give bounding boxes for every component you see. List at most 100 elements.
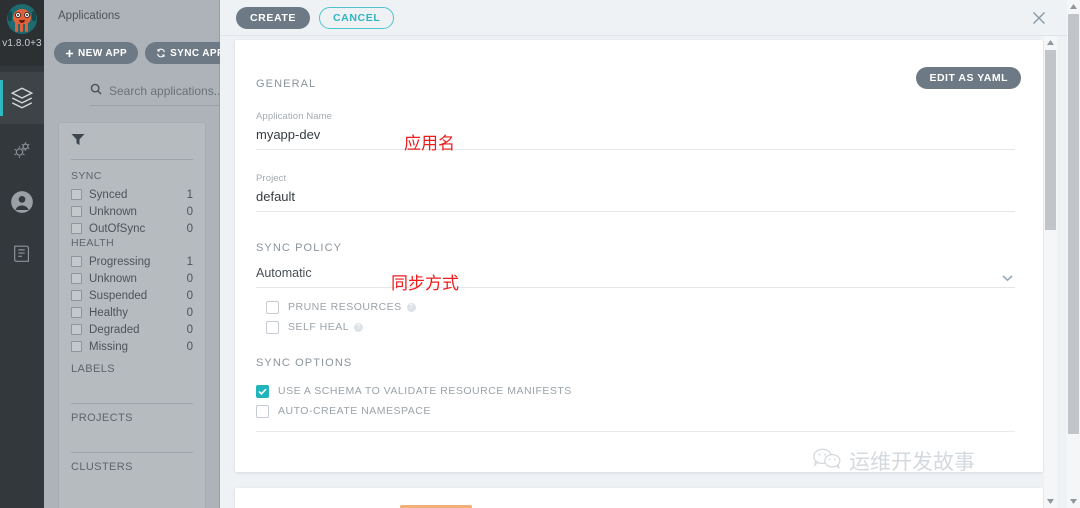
filter-checkbox[interactable] bbox=[71, 256, 82, 267]
scroll-up-icon[interactable] bbox=[1044, 36, 1057, 49]
help-icon[interactable]: ? bbox=[406, 302, 416, 312]
sidebar-actions: NEW APP SYNC APPS bbox=[54, 42, 243, 64]
filter-row[interactable]: Missing 0 bbox=[71, 338, 193, 355]
new-app-button[interactable]: NEW APP bbox=[54, 42, 139, 64]
form-toolbar: CREATE CANCEL bbox=[220, 0, 1080, 36]
filter-checkbox[interactable] bbox=[71, 273, 82, 284]
sidebar-section-labels[interactable]: LABELS bbox=[71, 355, 193, 375]
create-button[interactable]: CREATE bbox=[236, 6, 310, 29]
sync-policy-options: PRUNE RESOURCES? SELF HEAL? bbox=[266, 297, 1015, 337]
option-checkbox[interactable] bbox=[256, 404, 269, 418]
option-label: SELF HEAL bbox=[288, 321, 350, 333]
argo-logo[interactable]: v1.8.0+3 bbox=[0, 0, 44, 66]
filter-sections: LABELS PROJECTS CLUSTERS bbox=[71, 355, 193, 473]
filter-checkbox[interactable] bbox=[71, 341, 82, 352]
scroll-up-icon[interactable] bbox=[1067, 0, 1080, 13]
filter-count: 0 bbox=[186, 340, 193, 353]
sync-options-section: SYNC OPTIONS USE A SCHEMA TO VALIDATE RE… bbox=[256, 357, 1015, 432]
option-checkbox[interactable] bbox=[266, 320, 279, 334]
filter-count: 1 bbox=[186, 188, 193, 201]
rail-item-applications[interactable] bbox=[0, 72, 44, 124]
filter-label: Synced bbox=[89, 188, 128, 201]
new-app-label: NEW APP bbox=[78, 47, 128, 59]
cancel-button[interactable]: CANCEL bbox=[319, 6, 395, 29]
sync-options-label: SYNC OPTIONS bbox=[256, 357, 353, 369]
filter-row[interactable]: Healthy 0 bbox=[71, 304, 193, 321]
project-field[interactable]: Project default bbox=[256, 173, 1015, 212]
window-scroll-thumb[interactable] bbox=[1068, 14, 1079, 434]
filter-row[interactable]: Degraded 0 bbox=[71, 321, 193, 338]
close-icon[interactable] bbox=[1030, 9, 1048, 27]
filters-divider bbox=[71, 159, 193, 160]
octopus-pupil-left bbox=[17, 14, 19, 16]
new-app-form: GENERAL Application Name myapp-dev Proje… bbox=[256, 78, 1015, 432]
filter-row[interactable]: Unknown 0 bbox=[71, 270, 193, 287]
application-name-value[interactable]: myapp-dev bbox=[256, 127, 1015, 150]
option-checkbox[interactable] bbox=[256, 384, 269, 398]
application-name-field[interactable]: Application Name myapp-dev bbox=[256, 111, 1015, 150]
sidebar-title: Applications bbox=[58, 10, 121, 22]
filter-icon[interactable] bbox=[71, 133, 193, 151]
sync-policy-select[interactable]: Automatic bbox=[256, 266, 1015, 288]
option-label: AUTO-CREATE NAMESPACE bbox=[278, 405, 431, 417]
filter-label: Suspended bbox=[89, 289, 148, 302]
octopus-leg bbox=[25, 23, 28, 32]
filter-groups: SYNC Synced 1 Unknown 0 OutOfSync 0 HEALTH Progr… bbox=[71, 170, 193, 355]
project-label: Project bbox=[256, 173, 287, 184]
project-value[interactable]: default bbox=[256, 189, 1015, 212]
filter-count: 1 bbox=[186, 255, 193, 268]
filter-checkbox[interactable] bbox=[71, 206, 82, 217]
filter-checkbox[interactable] bbox=[71, 290, 82, 301]
filter-checkbox[interactable] bbox=[71, 223, 82, 234]
main-area: CREATE CANCEL EDIT AS YAML GENERAL Appli… bbox=[220, 0, 1080, 508]
filter-row[interactable]: Suspended 0 bbox=[71, 287, 193, 304]
source-form-card bbox=[235, 488, 1043, 508]
filters-panel: SYNC Synced 1 Unknown 0 OutOfSync 0 HEALTH Progr… bbox=[58, 122, 206, 508]
filter-row[interactable]: Progressing 1 bbox=[71, 253, 193, 270]
application-name-label: Application Name bbox=[256, 111, 333, 122]
filter-checkbox[interactable] bbox=[71, 307, 82, 318]
panel-scroll-thumb[interactable] bbox=[1045, 50, 1056, 230]
plus-icon bbox=[65, 49, 74, 58]
panel-scrollbar[interactable] bbox=[1044, 36, 1057, 508]
sync-policy-value: Automatic bbox=[256, 266, 312, 280]
filter-count: 0 bbox=[186, 306, 193, 319]
rail-item-documentation[interactable] bbox=[0, 228, 44, 280]
scroll-down-icon[interactable] bbox=[1044, 495, 1057, 508]
filter-row[interactable]: Unknown 0 bbox=[71, 203, 193, 220]
user-icon bbox=[9, 189, 35, 215]
filter-row[interactable]: OutOfSync 0 bbox=[71, 220, 193, 237]
filter-row[interactable]: Synced 1 bbox=[71, 186, 193, 203]
rail-item-user-info[interactable] bbox=[0, 176, 44, 228]
filter-group-title: HEALTH bbox=[71, 237, 115, 249]
filter-count: 0 bbox=[186, 222, 193, 235]
filter-checkbox[interactable] bbox=[71, 324, 82, 335]
filter-count: 0 bbox=[186, 272, 193, 285]
sync-options-list: USE A SCHEMA TO VALIDATE RESOURCE MANIFE… bbox=[256, 381, 1015, 421]
sidebar-section-clusters[interactable]: CLUSTERS bbox=[71, 453, 193, 473]
sync-option[interactable]: AUTO-CREATE NAMESPACE bbox=[256, 401, 1015, 421]
help-icon[interactable]: ? bbox=[354, 322, 364, 332]
filter-checkbox[interactable] bbox=[71, 189, 82, 200]
window-scrollbar[interactable] bbox=[1067, 0, 1080, 508]
layers-icon bbox=[9, 85, 35, 111]
sidebar-section-projects[interactable]: PROJECTS bbox=[71, 404, 193, 424]
filter-count: 0 bbox=[186, 323, 193, 336]
sync-option[interactable]: USE A SCHEMA TO VALIDATE RESOURCE MANIFE… bbox=[256, 381, 1015, 401]
sync-options-divider bbox=[256, 431, 1015, 432]
filter-label: Unknown bbox=[89, 272, 137, 285]
new-app-form-card: EDIT AS YAML GENERAL Application Name my… bbox=[235, 40, 1043, 472]
gears-icon bbox=[10, 138, 34, 162]
refresh-icon bbox=[156, 48, 166, 58]
option-label: USE A SCHEMA TO VALIDATE RESOURCE MANIFE… bbox=[278, 385, 572, 397]
filter-count: 0 bbox=[186, 289, 193, 302]
argocd-new-app-screen: v1.8.0+3 Applications NEW APP SYNC APPS … bbox=[0, 0, 1080, 508]
octopus-leg bbox=[15, 23, 18, 32]
rail-item-settings[interactable] bbox=[0, 124, 44, 176]
option-checkbox[interactable] bbox=[266, 300, 279, 314]
sync-policy-option[interactable]: SELF HEAL? bbox=[266, 317, 1015, 337]
scroll-down-icon[interactable] bbox=[1067, 495, 1080, 508]
filter-label: Healthy bbox=[89, 306, 128, 319]
sync-policy-option[interactable]: PRUNE RESOURCES? bbox=[266, 297, 1015, 317]
chevron-down-icon bbox=[1002, 271, 1013, 282]
